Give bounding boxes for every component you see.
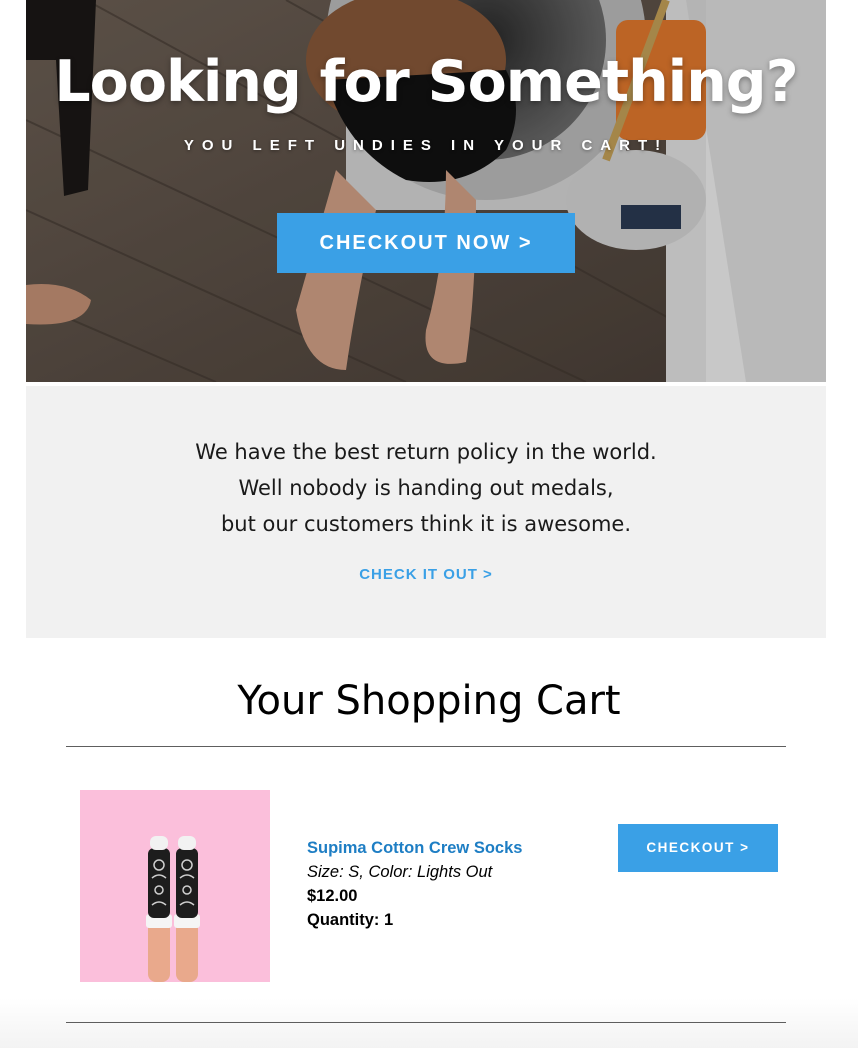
return-policy-line: Well nobody is handing out medals,: [238, 476, 614, 500]
hero-banner: Looking for Something? YOU LEFT UNDIES I…: [26, 0, 826, 382]
return-policy-line: but our customers think it is awesome.: [220, 512, 632, 536]
checkout-now-button[interactable]: CHECKOUT NOW >: [277, 213, 575, 273]
footer-background: [0, 998, 858, 1048]
cart-title: Your Shopping Cart: [237, 678, 621, 724]
hero-subtitle: YOU LEFT UNDIES IN YOUR CART!: [183, 137, 669, 154]
hero-title: Looking for Something?: [54, 49, 798, 115]
product-image[interactable]: [80, 790, 270, 982]
checkout-button[interactable]: CHECKOUT >: [618, 824, 778, 872]
socks-illustration: [146, 836, 200, 982]
product-price: $12.00: [307, 887, 358, 905]
check-it-out-link[interactable]: CHECK IT OUT >: [26, 565, 826, 585]
quantity-value: 1: [384, 911, 394, 929]
email-page: Looking for Something? YOU LEFT UNDIES I…: [0, 0, 858, 1048]
return-policy-section: We have the best return policy in the wo…: [26, 386, 826, 638]
product-variant: Size: S, Color: Lights Out: [307, 863, 493, 881]
divider: [66, 746, 786, 747]
divider: [66, 1022, 786, 1023]
return-policy-text: We have the best return policy in the wo…: [26, 434, 826, 542]
quantity-label: Quantity:: [307, 911, 380, 929]
product-quantity: Quantity: 1: [307, 909, 393, 931]
product-name-link[interactable]: Supima Cotton Crew Socks: [307, 837, 522, 859]
return-policy-line: We have the best return policy in the wo…: [195, 440, 657, 464]
